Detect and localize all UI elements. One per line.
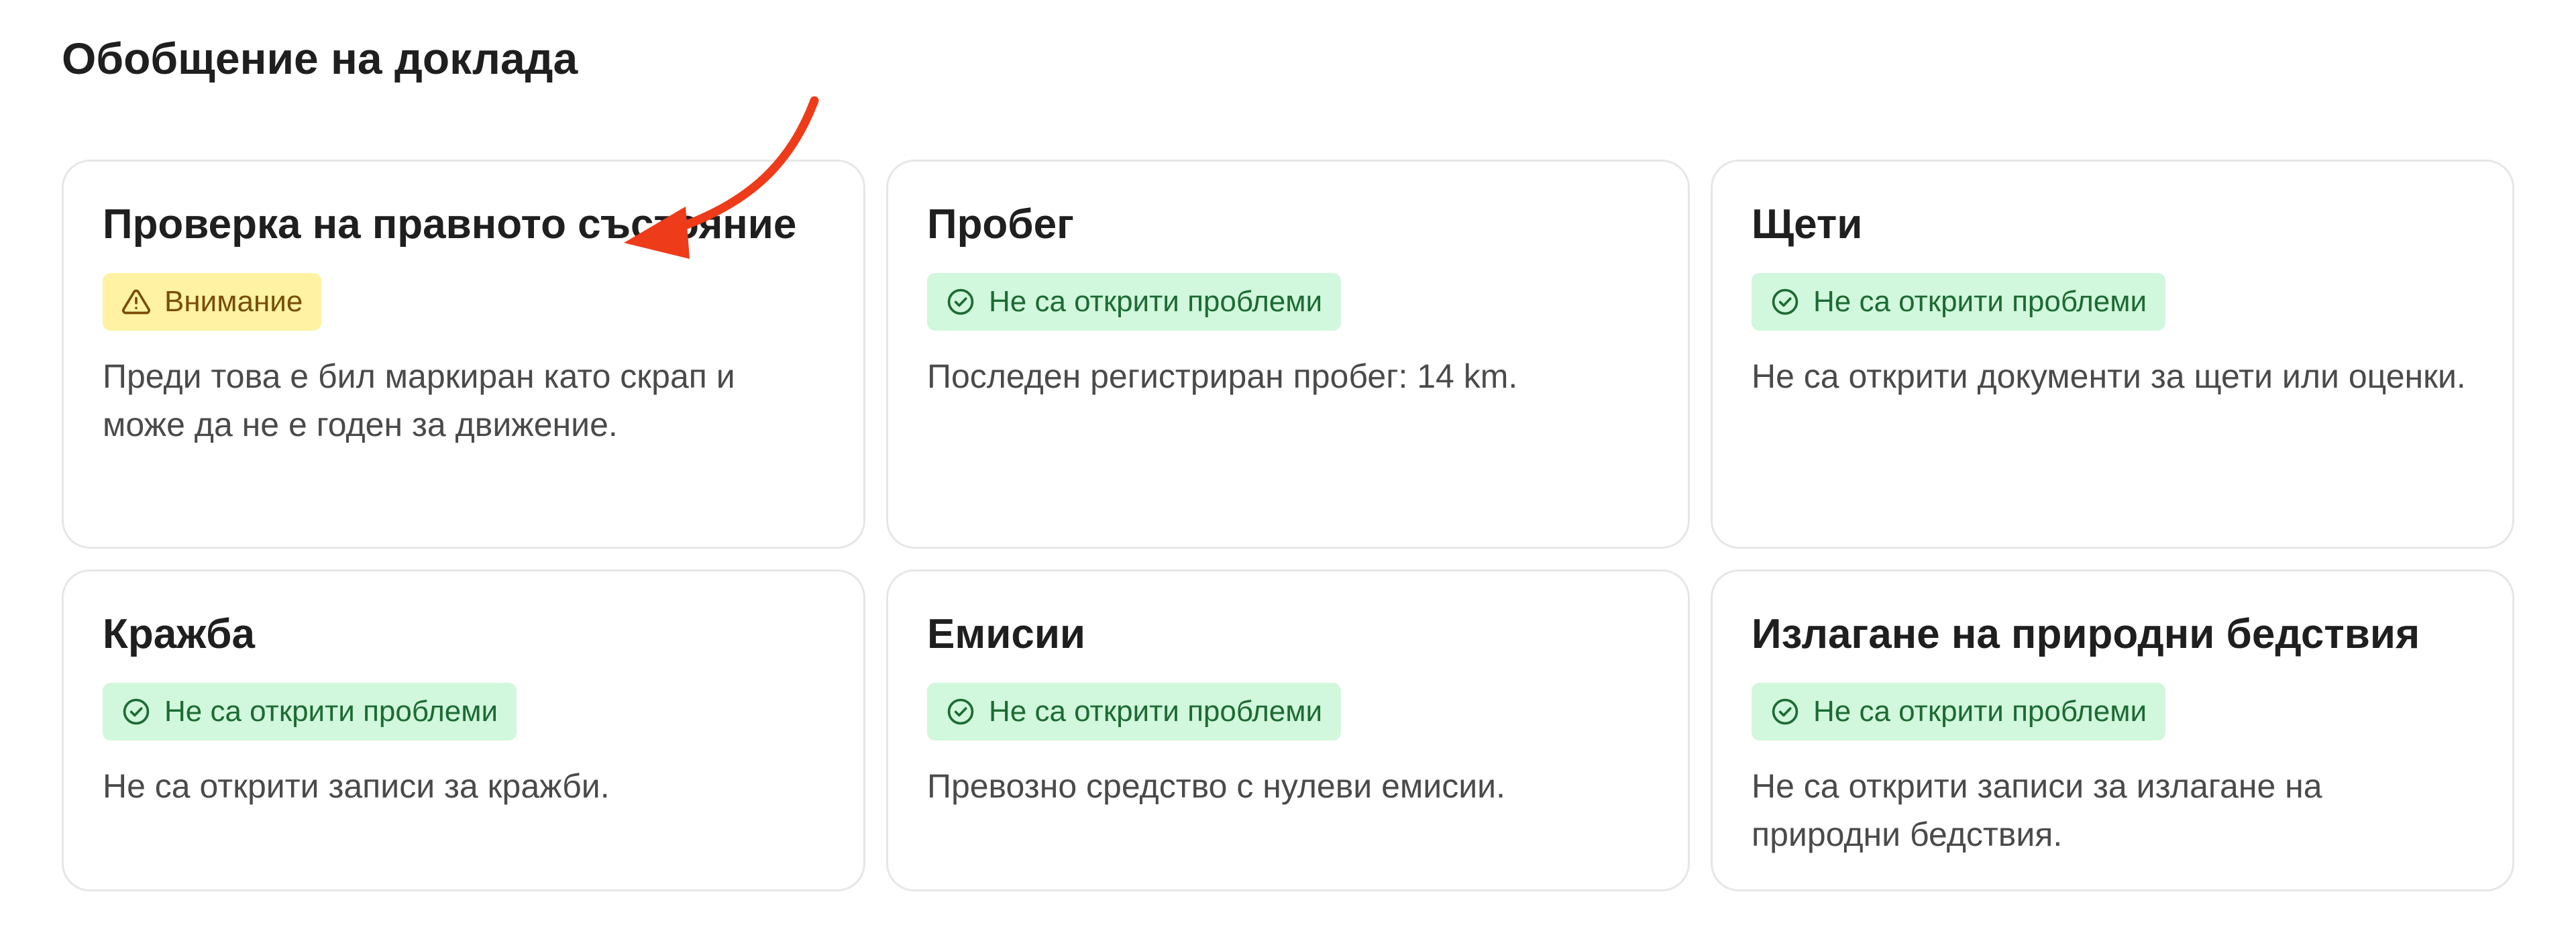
check-circle-icon	[123, 698, 150, 725]
status-badge-ok: Не са открити проблеми	[927, 273, 1342, 331]
card-title: Щети	[1752, 201, 1863, 248]
status-badge-label: Не са открити проблеми	[1813, 285, 2147, 318]
card-description: Преди това е бил маркиран като скрап и м…	[103, 358, 735, 443]
card-damage: Щети Не са открити проблеми Не са открит…	[1711, 160, 2514, 549]
card-title: Излагане на природни бедствия	[1752, 611, 2420, 657]
status-badge-label: Не са открити проблеми	[1813, 695, 2147, 728]
card-emissions: Емисии Не са открити проблеми Превозно с…	[886, 569, 1690, 891]
status-badge-ok: Не са открити проблеми	[1752, 273, 2166, 331]
card-mileage: Пробег Не са открити проблеми Последен р…	[886, 160, 1690, 549]
report-summary-grid: Проверка на правното състояние Внимание …	[62, 160, 2514, 891]
status-badge-warning: Внимание	[103, 273, 322, 331]
card-description: Не са открити документи за щети или оцен…	[1752, 358, 2466, 395]
status-badge-ok: Не са открити проблеми	[1752, 683, 2166, 741]
page-title: Обобщение на доклада	[62, 34, 578, 83]
card-title: Кражба	[103, 611, 255, 657]
status-badge-ok: Не са открити проблеми	[103, 683, 517, 741]
status-badge-label: Не са открити проблеми	[989, 285, 1323, 318]
check-circle-icon	[1772, 288, 1799, 315]
card-title: Пробег	[927, 201, 1074, 248]
check-circle-icon	[947, 288, 974, 315]
status-badge-label: Не са открити проблеми	[164, 695, 498, 728]
card-description: Последен регистриран пробег: 14 km.	[927, 358, 1518, 395]
status-badge-label: Не са открити проблеми	[989, 695, 1323, 728]
card-title: Емисии	[927, 611, 1086, 657]
card-description: Не са открити записи за кражби.	[103, 767, 610, 805]
card-title: Проверка на правното състояние	[103, 201, 797, 248]
card-description: Не са открити записи за излагане на прир…	[1752, 767, 2322, 853]
status-badge-ok: Не са открити проблеми	[927, 683, 1342, 741]
status-badge-label: Внимание	[164, 285, 303, 318]
card-description: Превозно средство с нулеви емисии.	[927, 767, 1505, 805]
warning-triangle-icon	[122, 289, 150, 315]
check-circle-icon	[1772, 698, 1799, 725]
check-circle-icon	[947, 698, 974, 725]
card-legal-status: Проверка на правното състояние Внимание …	[62, 160, 865, 549]
card-theft: Кражба Не са открити проблеми Не са откр…	[62, 569, 865, 891]
card-natural-disasters: Излагане на природни бедствия Не са откр…	[1711, 569, 2514, 891]
